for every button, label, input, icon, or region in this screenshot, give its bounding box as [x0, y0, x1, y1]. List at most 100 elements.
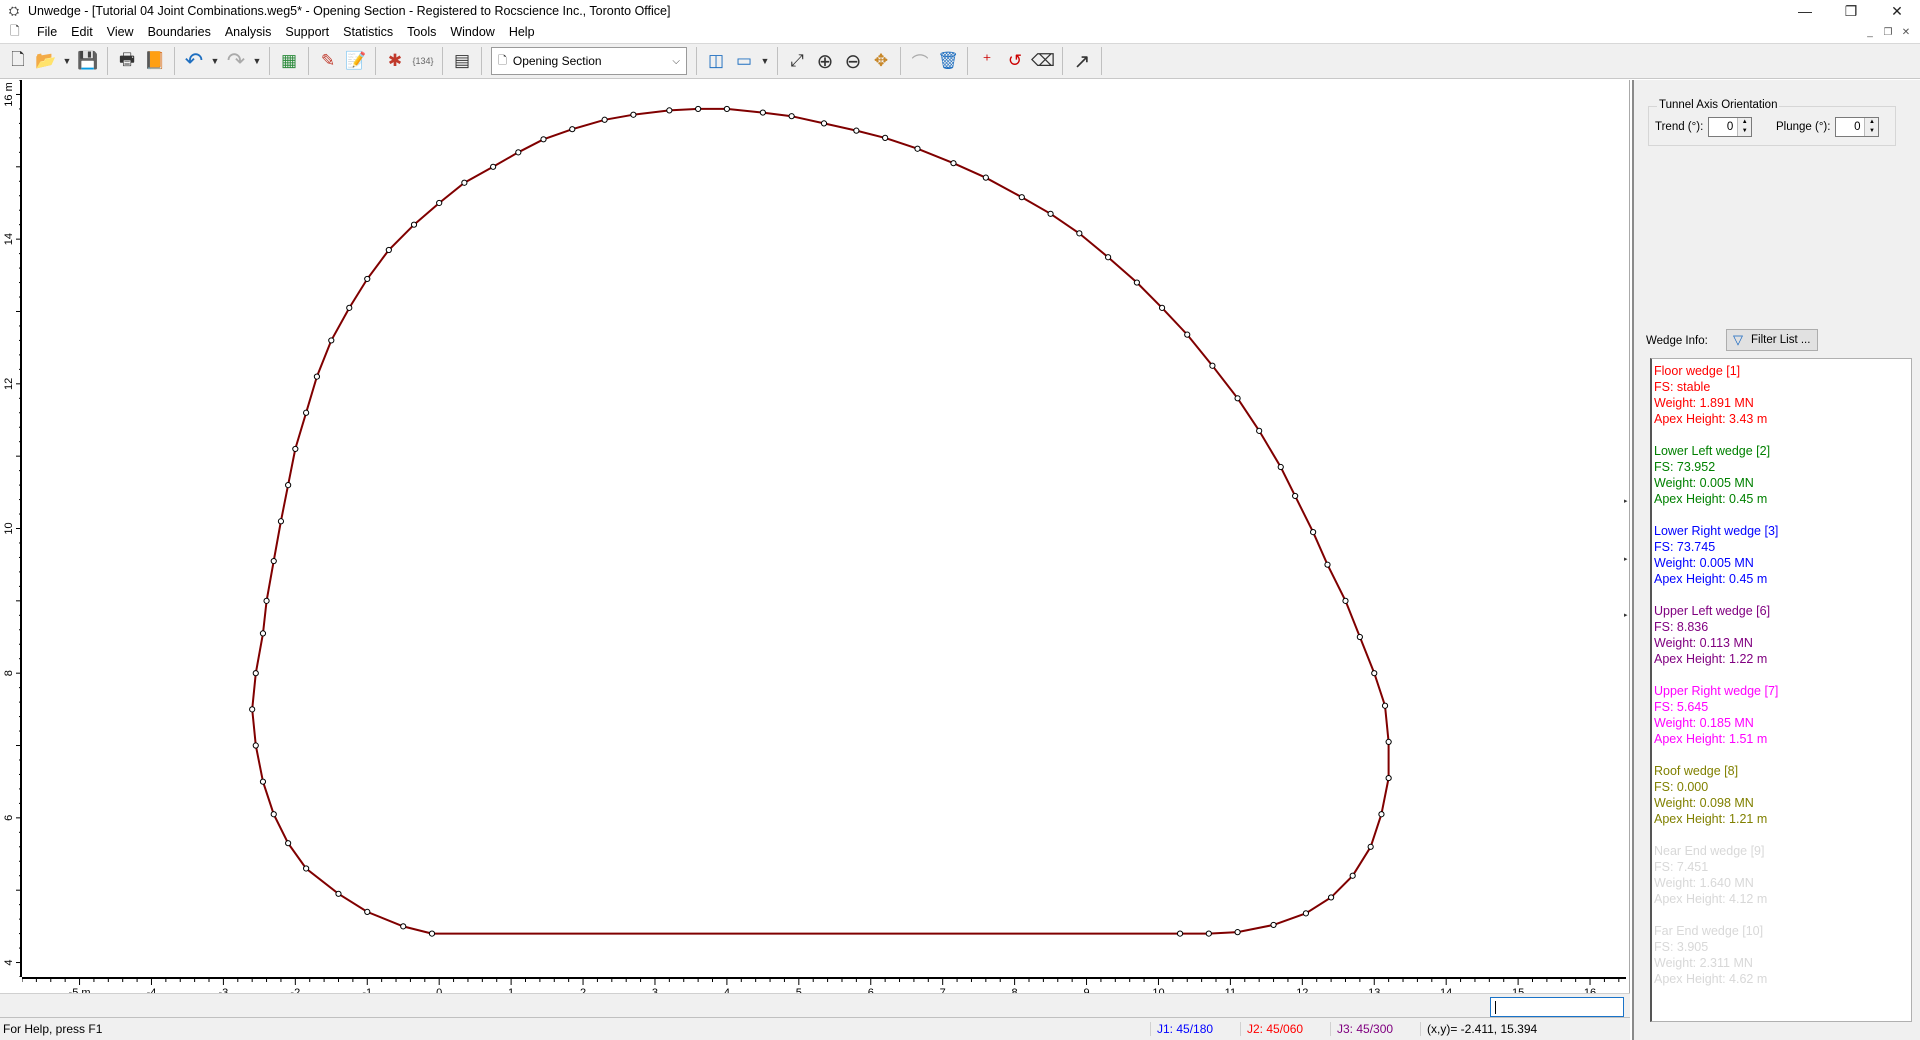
wedge-entry[interactable]: Near End wedge [9] FS: 7.451 Weight: 1.640… — [1654, 843, 1911, 907]
boundary-vertex[interactable] — [1018, 194, 1025, 201]
mdi-restore-button[interactable]: ❐ — [1880, 25, 1896, 40]
boundary-vertex[interactable] — [285, 840, 292, 847]
trend-spinner[interactable]: 0 ▲ ▼ — [1708, 117, 1753, 137]
add-view-icon[interactable]: ▭ — [730, 47, 758, 75]
undo-dropdown-icon[interactable]: ▼ — [208, 47, 222, 75]
boundary-vertex[interactable] — [853, 127, 860, 134]
wedge-entry[interactable]: Far End wedge [10] FS: 3.905 Weight: 2.311… — [1654, 923, 1911, 987]
boundary-vertex[interactable] — [630, 111, 637, 118]
zoom-all-icon[interactable]: ⤢ — [783, 47, 811, 75]
boundary-vertex[interactable] — [1356, 633, 1363, 641]
spin-down-icon[interactable]: ▼ — [1869, 127, 1875, 136]
open-dropdown-icon[interactable]: ▼ — [60, 47, 74, 75]
boundary-vertex[interactable] — [1205, 930, 1212, 937]
new-file-icon[interactable]: 🗋 — [4, 47, 32, 75]
wedge-entry[interactable]: Roof wedge [8] FS: 0.000 Weight: 0.098 MN A… — [1654, 763, 1911, 827]
spin-up-icon[interactable]: ▲ — [1742, 118, 1748, 127]
boundary-vertex[interactable] — [292, 445, 299, 453]
add-view-dropdown-icon[interactable]: ▼ — [758, 47, 772, 75]
plunge-value[interactable]: 0 — [1836, 121, 1864, 133]
boundary-vertex[interactable] — [1302, 910, 1310, 917]
boundary-vertex[interactable] — [1277, 463, 1284, 471]
boundary-vertex[interactable] — [540, 136, 547, 143]
boundary-vertex[interactable] — [252, 670, 259, 677]
wedge-entry[interactable]: Upper Left wedge [6] FS: 8.836 Weight: 0.1… — [1654, 603, 1911, 667]
wedge-entry[interactable]: Floor wedge [1] FS: stable Weight: 1.891 M… — [1654, 363, 1911, 427]
boundary-vertex[interactable] — [1378, 811, 1385, 818]
excavation-boundary[interactable] — [251, 107, 1390, 935]
redo-dropdown-icon[interactable]: ▼ — [250, 47, 264, 75]
open-folder-icon[interactable]: 📂 — [32, 47, 60, 75]
boundary-vertex[interactable] — [385, 246, 392, 254]
boundary-vertex[interactable] — [759, 109, 766, 116]
spin-down-icon[interactable]: ▼ — [1742, 127, 1748, 136]
menu-help[interactable]: Help — [502, 25, 542, 39]
zoom-in-icon[interactable]: ⊕ — [811, 47, 839, 75]
wedge-entry[interactable]: Upper Right wedge [7] FS: 5.645 Weight: 0.… — [1654, 683, 1911, 747]
boundary-vertex[interactable] — [1076, 230, 1083, 237]
close-button[interactable]: ✕ — [1874, 0, 1920, 22]
mdi-minimize-button[interactable]: _ — [1862, 25, 1878, 40]
restore-button[interactable]: ❐ — [1828, 0, 1874, 22]
boundary-vertex[interactable] — [1184, 331, 1191, 338]
trend-value[interactable]: 0 — [1709, 121, 1737, 133]
print-icon[interactable]: 🖶 — [113, 47, 141, 75]
move-vertex-icon[interactable]: ↺ — [1001, 47, 1029, 75]
boundary-vertex[interactable] — [1256, 427, 1263, 434]
menu-tools[interactable]: Tools — [400, 25, 443, 39]
boundary-vertex[interactable] — [1105, 254, 1112, 261]
document-icon[interactable]: 🗋 — [10, 22, 24, 43]
menu-support[interactable]: Support — [278, 25, 336, 39]
boundary-vertex[interactable] — [820, 120, 828, 127]
boundary-vertex[interactable] — [882, 134, 889, 141]
arrow-tool-icon[interactable]: ↗ — [1068, 47, 1096, 75]
boundary-vertex[interactable] — [666, 107, 673, 114]
menu-edit[interactable]: Edit — [64, 25, 100, 39]
boundary-vertex[interactable] — [303, 865, 310, 872]
drawing-area[interactable]: 46810121416 m -5 m-4-3-2-101234567891011… — [0, 79, 1630, 1015]
filter-list-button[interactable]: ▽ Filter List ... — [1726, 329, 1818, 351]
boundary-vertex[interactable] — [270, 557, 277, 565]
spin-up-icon[interactable]: ▲ — [1869, 118, 1875, 127]
boundary-vertex[interactable] — [723, 105, 730, 113]
boundary-vertex[interactable] — [1385, 738, 1392, 745]
boundary-vertex[interactable] — [335, 890, 342, 897]
add-boundary-icon[interactable]: ⌒ — [906, 47, 934, 75]
boundary-vertex[interactable] — [1327, 894, 1335, 901]
mdi-close-button[interactable]: ✕ — [1898, 25, 1914, 40]
boundary-vertex[interactable] — [1292, 492, 1299, 500]
panel-collapse-icon[interactable]: ▸ — [1624, 611, 1630, 621]
boundary-vertex[interactable] — [285, 481, 292, 489]
display-options-icon[interactable]: ▦ — [275, 47, 303, 75]
menu-window[interactable]: Window — [443, 25, 501, 39]
boundary-vertex[interactable] — [461, 179, 468, 186]
boundary-vertex[interactable] — [252, 742, 259, 749]
boundary-vertex[interactable] — [410, 221, 418, 228]
delete-vertex-icon[interactable]: ⌫ — [1029, 47, 1057, 75]
minimize-button[interactable]: — — [1782, 0, 1828, 22]
panel-collapse-icon[interactable]: ▸ — [1624, 497, 1630, 507]
boundary-vertex[interactable] — [1385, 774, 1392, 782]
boundary-vertex[interactable] — [1349, 872, 1356, 879]
boundary-vertex[interactable] — [364, 908, 371, 915]
view-select[interactable]: 🗋 Opening Section ⌵ — [491, 47, 687, 75]
report-icon[interactable]: 📝 — [342, 47, 370, 75]
boundary-vertex[interactable] — [515, 149, 522, 156]
boundary-vertex[interactable] — [400, 923, 407, 930]
boundary-vertex[interactable] — [601, 116, 608, 123]
zoom-out-icon[interactable]: ⊖ — [839, 47, 867, 75]
boundary-vertex[interactable] — [1270, 921, 1277, 929]
panel-collapse-icon[interactable]: ▸ — [1624, 555, 1630, 565]
boundary-vertex[interactable] — [982, 174, 989, 181]
boundary-vertex[interactable] — [490, 163, 497, 170]
boundary-vertex[interactable] — [428, 930, 436, 937]
boundary-vertex[interactable] — [1176, 930, 1184, 937]
boundary-vertex[interactable] — [1209, 362, 1216, 369]
combination-numbers-icon[interactable]: {134} — [409, 47, 437, 75]
boundary-vertex[interactable] — [277, 518, 285, 525]
boundary-vertex[interactable] — [1367, 843, 1374, 850]
plunge-spinner[interactable]: 0 ▲ ▼ — [1835, 117, 1880, 137]
boundary-vertex[interactable] — [259, 630, 267, 637]
boundary-vertex[interactable] — [346, 304, 353, 311]
boundary-vertex[interactable] — [569, 126, 576, 133]
